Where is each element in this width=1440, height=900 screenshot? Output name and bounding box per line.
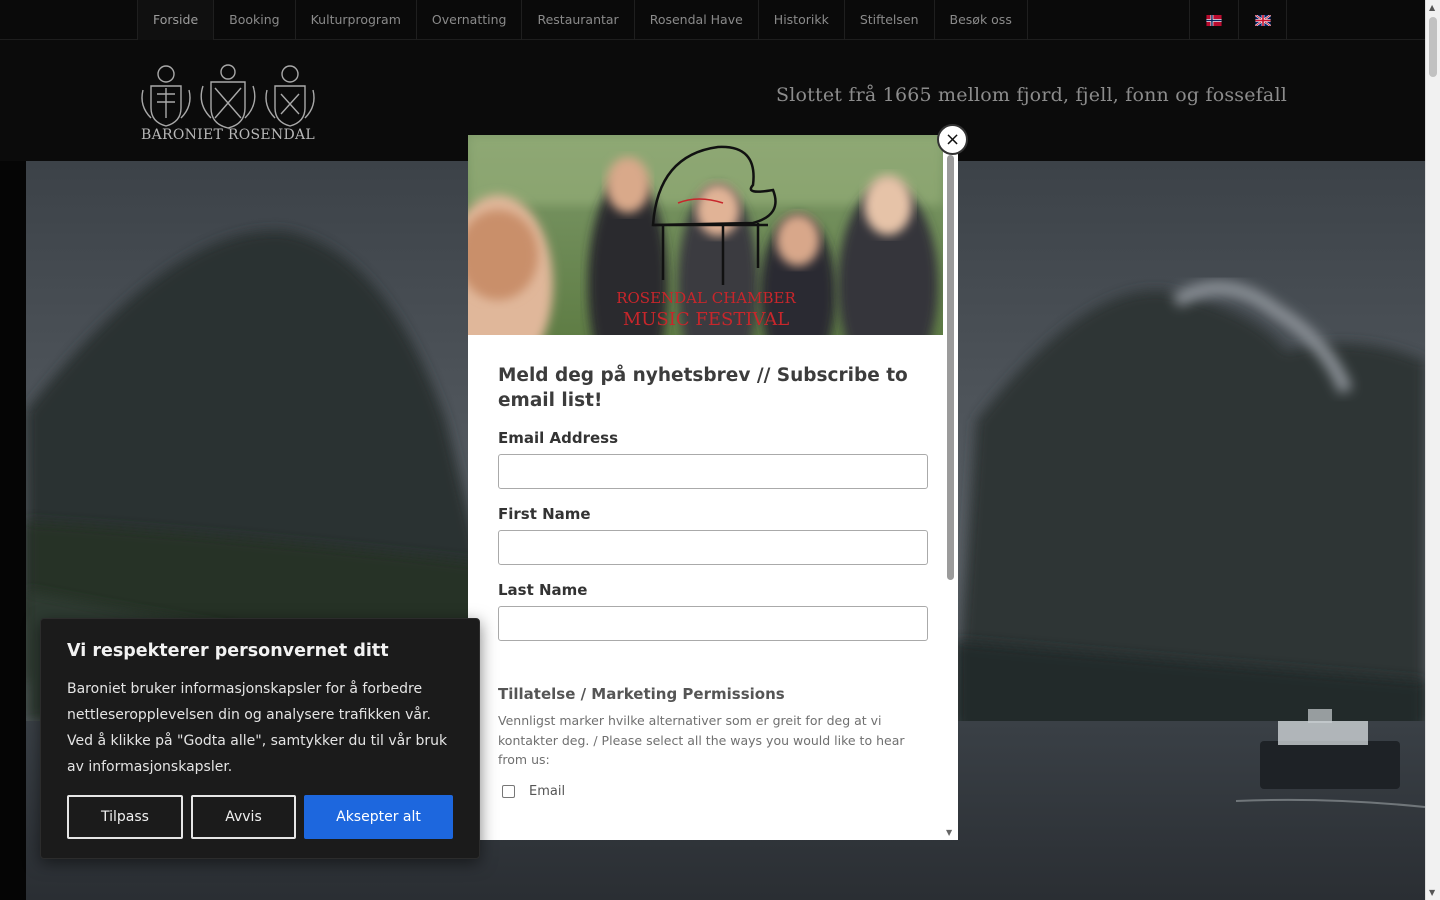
scroll-up-arrow-icon[interactable]: ▲ [1429,3,1435,12]
scroll-down-arrow-icon[interactable]: ▼ [1429,888,1435,897]
last-name-input[interactable] [498,606,928,641]
nav-item-besok-oss[interactable]: Besøk oss [933,0,1028,40]
nav-item-restaurantar[interactable]: Restaurantar [521,0,633,40]
modal-scrollbar-thumb[interactable] [947,155,954,580]
nav-item-historikk[interactable]: Historikk [757,0,844,40]
uk-flag-icon [1254,14,1271,26]
page-scrollbar[interactable]: ▲ ▼ [1425,0,1440,900]
newsletter-modal: ROSENDAL CHAMBER MUSIC FESTIVAL ▼ Meld d… [468,135,958,840]
email-permission-checkbox[interactable] [502,784,515,798]
site-tagline: Slottet frå 1665 mellom fjord, fjell, fo… [776,84,1287,106]
nav-item-stiftelsen[interactable]: Stiftelsen [843,0,934,40]
nav-item-kulturprogram[interactable]: Kulturprogram [294,0,416,40]
nav-item-forside[interactable]: Forside [137,0,214,40]
email-label: Email Address [498,429,619,447]
permission-email-option[interactable]: Email [498,784,928,799]
form-title: Meld deg på nyhetsbrev // Subscribe to e… [498,365,908,411]
festival-banner-graphic: ROSENDAL CHAMBER MUSIC FESTIVAL [468,135,943,335]
language-switcher [1189,0,1287,40]
left-edge-strip [0,161,26,900]
close-icon: × [944,128,961,150]
nav-item-rosendal-have[interactable]: Rosendal Have [633,0,758,40]
signup-form: Meld deg på nyhetsbrev // Subscribe to e… [498,363,928,799]
nav-item-overnatting[interactable]: Overnatting [415,0,522,40]
first-name-input[interactable] [498,530,928,565]
email-permission-label[interactable]: Email [529,784,565,799]
norwegian-flag-icon [1206,14,1222,26]
accept-all-button[interactable]: Aksepter alt [304,795,453,839]
page-scrollbar-thumb[interactable] [1429,17,1437,77]
customize-button[interactable]: Tilpass [67,795,183,839]
last-name-label: Last Name [498,581,588,599]
nav-item-booking[interactable]: Booking [213,0,294,40]
logo-text[interactable]: BARONIET ROSENDAL [137,127,319,143]
cookie-description: Baroniet bruker informasjonskapsler for … [67,681,448,775]
modal-close-button[interactable]: × [937,124,968,155]
cookie-consent-banner: Vi respekterer personvernet ditt Baronie… [40,618,480,859]
modal-scrollbar[interactable]: ▼ [943,135,958,840]
page: Forside Booking Kulturprogram Overnattin… [0,0,1440,900]
language-english[interactable] [1238,0,1287,40]
top-navigation: Forside Booking Kulturprogram Overnattin… [0,0,1425,40]
first-name-label: First Name [498,505,591,523]
reject-button[interactable]: Avvis [191,795,296,839]
modal-scroll-down-icon[interactable]: ▼ [946,828,952,837]
banner-logo-line2: MUSIC FESTIVAL [623,309,789,330]
main-menu: Forside Booking Kulturprogram Overnattin… [137,0,1028,40]
language-norwegian[interactable] [1189,0,1238,40]
email-input[interactable] [498,454,928,489]
permissions-text: Vennligst marker hvilke alternativer som… [498,713,905,767]
festival-banner-image: ROSENDAL CHAMBER MUSIC FESTIVAL [468,135,943,335]
cookie-title: Vi respekterer personvernet ditt [67,641,389,661]
banner-logo-line1: ROSENDAL CHAMBER [616,289,796,307]
permissions-title: Tillatelse / Marketing Permissions [498,685,785,703]
